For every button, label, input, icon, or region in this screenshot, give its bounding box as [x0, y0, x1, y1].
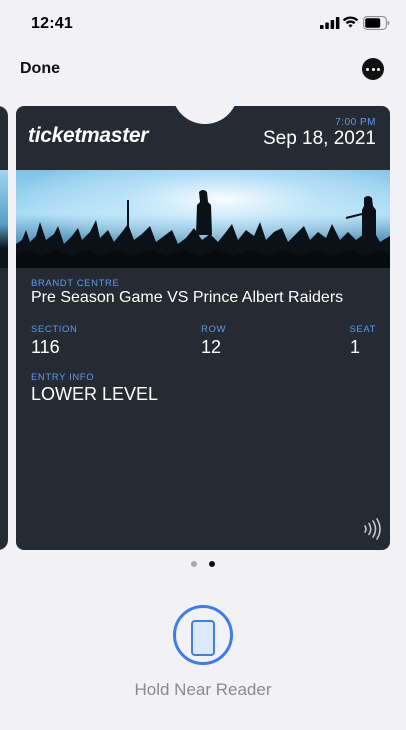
pass-notch	[172, 106, 238, 124]
row-value: 12	[201, 337, 222, 357]
event-name: Pre Season Game VS Prince Albert Raiders	[31, 289, 344, 306]
section-value: 116	[31, 337, 60, 357]
event-date: Sep 18, 2021	[262, 128, 376, 149]
phone-icon	[191, 620, 215, 656]
page-dot-2-active[interactable]	[209, 561, 215, 567]
status-bar: 12:41	[0, 0, 406, 46]
battery-icon	[363, 16, 390, 30]
previous-pass-card[interactable]	[0, 106, 8, 550]
seat-label: SEAT	[349, 324, 376, 335]
cellular-signal-icon	[320, 17, 340, 29]
ticket-pass-card[interactable]: ticketmaster 7:00 PM Sep 18, 2021 BRANDT…	[16, 106, 390, 550]
entry-info-value: LOWER LEVEL	[31, 384, 159, 404]
row-label: ROW	[201, 324, 227, 335]
wifi-icon	[342, 16, 359, 28]
venue-label: BRANDT CENTRE	[31, 278, 120, 289]
event-time: 7:00 PM	[335, 117, 376, 128]
ticketmaster-logo: ticketmaster	[28, 124, 149, 147]
seat-value: 1	[349, 337, 360, 357]
done-button[interactable]: Done	[20, 60, 60, 78]
concert-crowd-image	[16, 170, 390, 268]
previous-pass-image	[0, 170, 8, 268]
contactless-icon	[364, 518, 381, 540]
entry-info-label: ENTRY INFO	[31, 372, 95, 383]
hold-near-reader-text: Hold Near Reader	[134, 680, 272, 699]
section-label: SECTION	[31, 324, 78, 335]
more-options-icon[interactable]	[362, 58, 384, 80]
status-time: 12:41	[31, 15, 73, 32]
page-dot-1[interactable]	[191, 561, 197, 567]
